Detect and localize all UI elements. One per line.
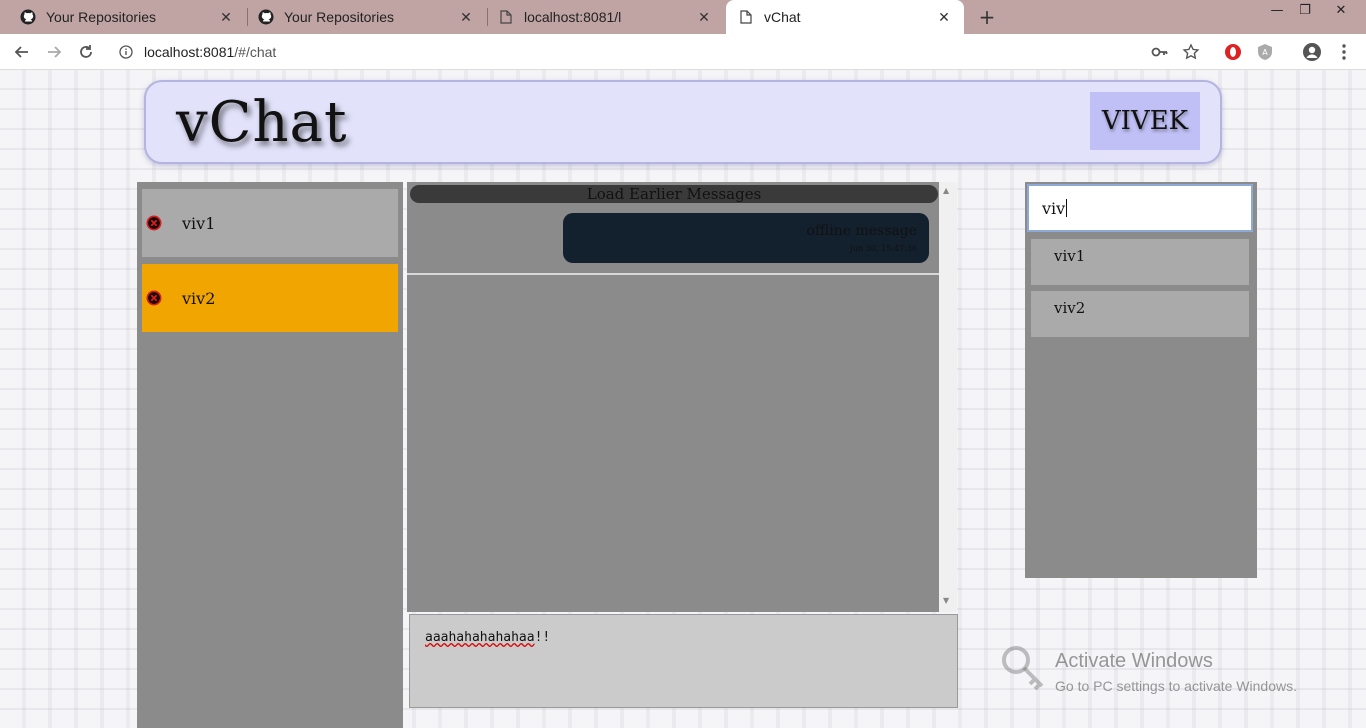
text-caret (1066, 199, 1068, 217)
chat-scrollbar[interactable]: ▲ ▼ (939, 182, 957, 612)
opera-extension-icon[interactable] (1223, 42, 1243, 62)
contact-item[interactable]: viv1 (142, 189, 398, 257)
tab-bar: Your Repositories ✕ Your Repositories ✕ … (0, 0, 1366, 34)
app-logo: vChat (176, 90, 348, 155)
load-earlier-label: Load Earlier Messages (586, 185, 762, 203)
browser-toolbar: localhost:8081/#/chat A (0, 34, 1366, 70)
star-icon[interactable] (1181, 42, 1201, 62)
contacts-panel: viv1 viv2 (137, 182, 403, 728)
message-bubble: offline message Jun 30, 15:47:36 (563, 213, 929, 263)
svg-text:A: A (1262, 48, 1268, 57)
url-text: localhost:8081/#/chat (144, 44, 276, 60)
scroll-up-icon[interactable]: ▲ (943, 186, 949, 195)
tab-title: localhost:8081/l (524, 9, 622, 25)
contact-item-selected[interactable]: viv2 (142, 264, 398, 332)
profile-icon[interactable] (1302, 42, 1322, 62)
github-icon (20, 9, 36, 25)
page: vChat VIVEK viv1 viv2 Load Earlier Messa… (0, 70, 1366, 728)
key-watermark-icon (1002, 646, 1044, 691)
reload-icon[interactable] (74, 40, 98, 64)
address-bar[interactable]: localhost:8081/#/chat (108, 38, 1212, 66)
restore-icon[interactable]: ❐ (1290, 0, 1320, 20)
scroll-down-icon[interactable]: ▼ (943, 596, 949, 605)
page-icon (738, 9, 754, 25)
search-input-value: viv (1042, 198, 1066, 218)
activate-windows-watermark: Activate Windows Go to PC settings to ac… (1000, 644, 1330, 704)
contact-name: viv2 (182, 288, 216, 308)
chat-panel: Load Earlier Messages offline message Ju… (407, 182, 957, 612)
composer-text: aaahahahahahaa!! (425, 630, 550, 645)
remove-contact-icon[interactable] (146, 290, 162, 306)
forward-icon[interactable] (42, 40, 66, 64)
user-badge[interactable]: VIVEK (1090, 92, 1200, 150)
page-icon (498, 9, 514, 25)
message-time: Jun 30, 15:47:36 (849, 244, 917, 253)
load-earlier-button[interactable]: Load Earlier Messages (410, 185, 938, 203)
search-result[interactable]: viv1 (1031, 239, 1249, 285)
back-icon[interactable] (10, 40, 34, 64)
activate-windows-subtitle: Go to PC settings to activate Windows. (1055, 678, 1297, 694)
activate-windows-title: Activate Windows (1055, 650, 1213, 672)
minimize-icon[interactable]: — (1262, 0, 1292, 20)
close-icon[interactable]: ✕ (458, 9, 474, 25)
close-icon[interactable]: ✕ (696, 9, 712, 25)
tab-localhost[interactable]: localhost:8081/l ✕ (488, 0, 724, 34)
search-input[interactable]: viv (1027, 184, 1253, 232)
github-icon (258, 9, 274, 25)
new-tab-button[interactable]: + (976, 5, 998, 29)
composer-text-word: aaahahahahahaa (425, 630, 535, 645)
contact-name: viv1 (182, 213, 216, 233)
key-icon[interactable] (1150, 42, 1170, 62)
chat-divider (407, 273, 939, 275)
url-path: /#/chat (234, 44, 277, 60)
message-composer[interactable]: aaahahahahahaa!! (409, 614, 958, 708)
window-close-icon[interactable]: ✕ (1326, 0, 1356, 20)
search-result[interactable]: viv2 (1031, 291, 1249, 337)
remove-contact-icon[interactable] (146, 215, 162, 231)
message-text: offline message (806, 223, 917, 239)
close-icon[interactable]: ✕ (936, 9, 952, 25)
composer-text-suffix: !! (534, 630, 551, 645)
close-icon[interactable]: ✕ (218, 9, 234, 25)
tab-title: Your Repositories (46, 9, 156, 25)
info-icon[interactable] (118, 44, 134, 60)
adblock-extension-icon[interactable]: A (1255, 42, 1275, 62)
app-header: vChat VIVEK (144, 80, 1222, 164)
tab-title: vChat (764, 9, 801, 25)
tab-vchat[interactable]: vChat ✕ (726, 0, 964, 34)
tab-your-repositories-1[interactable]: Your Repositories ✕ (0, 0, 246, 34)
tab-title: Your Repositories (284, 9, 394, 25)
menu-icon[interactable] (1334, 42, 1354, 62)
user-search-panel: viv viv1 viv2 (1025, 182, 1257, 578)
url-host: localhost:8081 (144, 44, 235, 60)
tab-your-repositories-2[interactable]: Your Repositories ✕ (248, 0, 486, 34)
